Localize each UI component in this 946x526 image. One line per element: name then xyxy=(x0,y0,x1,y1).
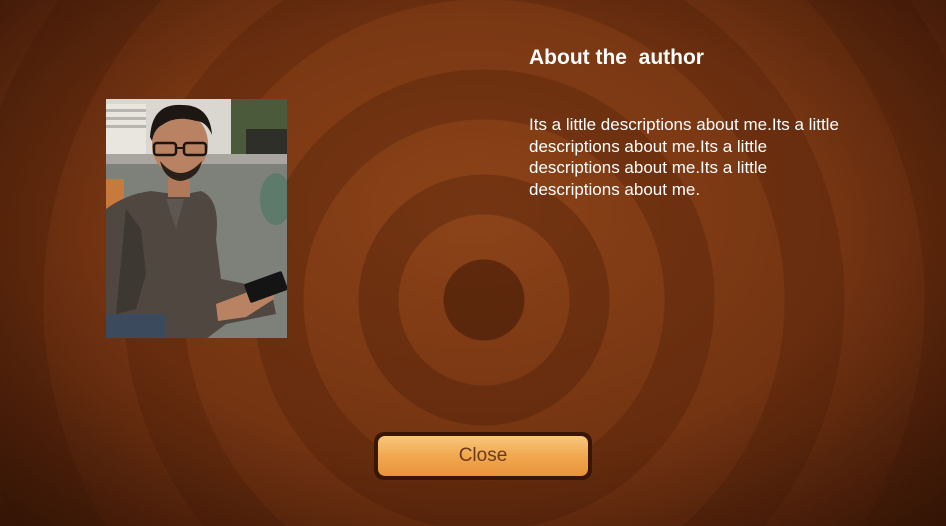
close-button[interactable]: Close xyxy=(374,432,592,480)
author-photo xyxy=(106,99,287,338)
author-description: Its a little descriptions about me.Its a… xyxy=(529,115,839,199)
about-author-heading: About the author xyxy=(529,46,704,69)
close-button-label: Close xyxy=(378,436,588,476)
